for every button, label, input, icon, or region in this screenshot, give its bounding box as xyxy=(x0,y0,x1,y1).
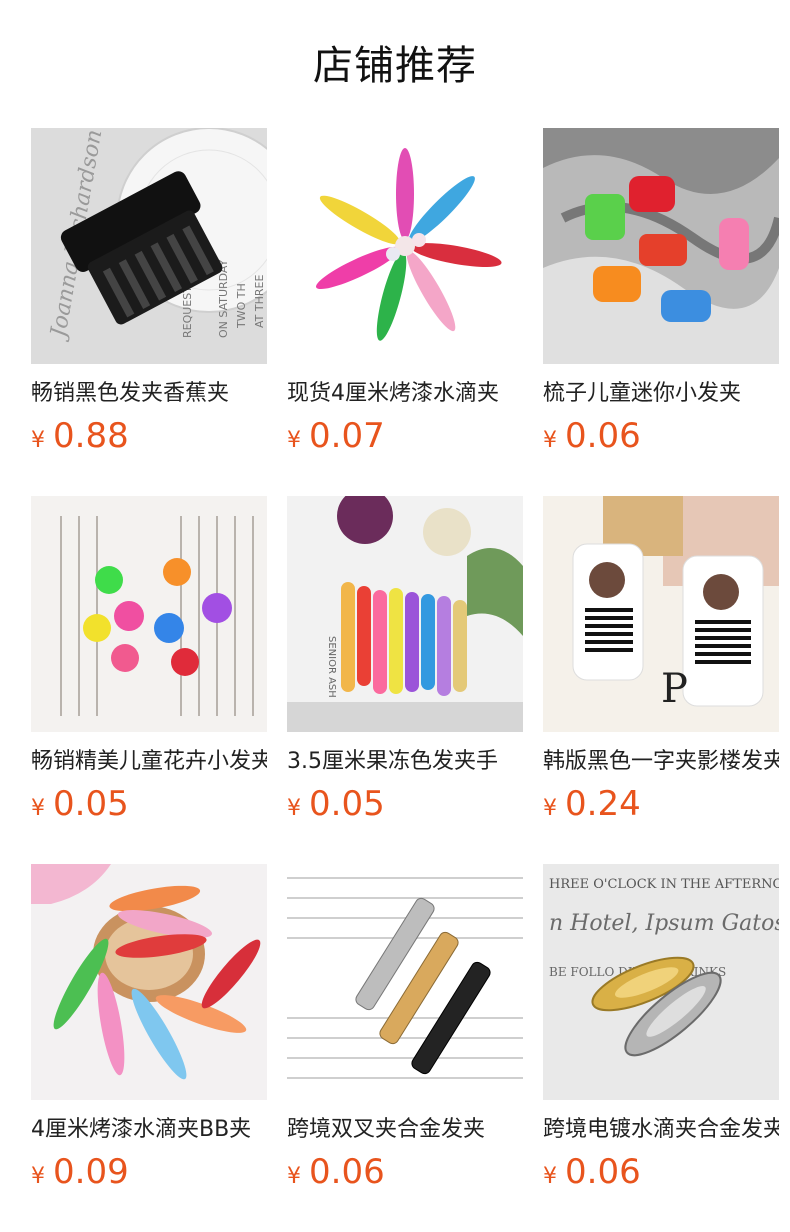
product-name[interactable]: 现货4厘米烤漆水滴夹 xyxy=(287,376,523,412)
product-image[interactable]: SENIOR ASH xyxy=(287,496,523,732)
currency-symbol: ¥ xyxy=(543,1164,557,1189)
product-image[interactable]: Joanna Richardson REQUEST THE ON SATURDA… xyxy=(31,128,267,364)
product-image[interactable]: HREE O'CLOCK IN THE AFTERNOON n Hotel, I… xyxy=(543,864,779,1100)
product-price: ¥0.06 xyxy=(543,414,641,458)
currency-symbol: ¥ xyxy=(287,796,301,821)
currency-symbol: ¥ xyxy=(31,796,45,821)
product-name[interactable]: 韩版黑色一字夹影楼发夹 xyxy=(543,744,779,780)
product-image[interactable] xyxy=(287,864,523,1100)
product-price: ¥0.05 xyxy=(287,782,385,826)
currency-symbol: ¥ xyxy=(287,1164,301,1189)
price-value: 0.07 xyxy=(309,416,385,456)
product-price: ¥0.06 xyxy=(543,1150,641,1194)
product-image[interactable] xyxy=(31,496,267,732)
product-name[interactable]: 3.5厘米果冻色发夹手 xyxy=(287,744,523,780)
product-price: ¥0.09 xyxy=(31,1150,129,1194)
price-value: 0.09 xyxy=(53,1152,129,1192)
price-value: 0.06 xyxy=(309,1152,385,1192)
product-name[interactable]: 畅销黑色发夹香蕉夹 xyxy=(31,376,267,412)
product-name[interactable]: 跨境电镀水滴夹合金发夹 xyxy=(543,1112,779,1148)
product-name[interactable]: 梳子儿童迷你小发夹 xyxy=(543,376,779,412)
svg-text:HREE O'CLOCK IN THE AFTERNOON: HREE O'CLOCK IN THE AFTERNOON xyxy=(549,877,779,892)
page-title: 店铺推荐 xyxy=(313,43,477,89)
svg-text:SENIOR ASH: SENIOR ASH xyxy=(326,636,337,698)
product-image[interactable] xyxy=(287,128,523,364)
svg-text:TWO TH: TWO TH xyxy=(235,283,248,329)
product-image[interactable] xyxy=(543,128,779,364)
product-name[interactable]: 跨境双叉夹合金发夹 xyxy=(287,1112,523,1148)
product-price: ¥0.06 xyxy=(287,1150,385,1194)
currency-symbol: ¥ xyxy=(31,1164,45,1189)
product-price: ¥0.07 xyxy=(287,414,385,458)
price-value: 0.06 xyxy=(565,416,641,456)
price-value: 0.05 xyxy=(53,784,129,824)
svg-text:n Hotel, Ipsum Gatos: n Hotel, Ipsum Gatos xyxy=(549,911,779,936)
product-price: ¥0.24 xyxy=(543,782,641,826)
price-value: 0.05 xyxy=(309,784,385,824)
product-name[interactable]: 4厘米烤漆水滴夹BB夹 xyxy=(31,1112,267,1148)
product-price: ¥0.88 xyxy=(31,414,129,458)
product-image[interactable] xyxy=(31,864,267,1100)
currency-symbol: ¥ xyxy=(287,428,301,453)
price-value: 0.24 xyxy=(565,784,641,824)
product-name[interactable]: 畅销精美儿童花卉小发夹 xyxy=(31,744,267,780)
currency-symbol: ¥ xyxy=(543,796,557,821)
currency-symbol: ¥ xyxy=(31,428,45,453)
product-image[interactable]: P xyxy=(543,496,779,732)
price-value: 0.06 xyxy=(565,1152,641,1192)
product-price: ¥0.05 xyxy=(31,782,129,826)
svg-text:P: P xyxy=(661,666,688,712)
svg-text:AT THREE: AT THREE xyxy=(253,275,266,328)
price-value: 0.88 xyxy=(53,416,129,456)
currency-symbol: ¥ xyxy=(543,428,557,453)
